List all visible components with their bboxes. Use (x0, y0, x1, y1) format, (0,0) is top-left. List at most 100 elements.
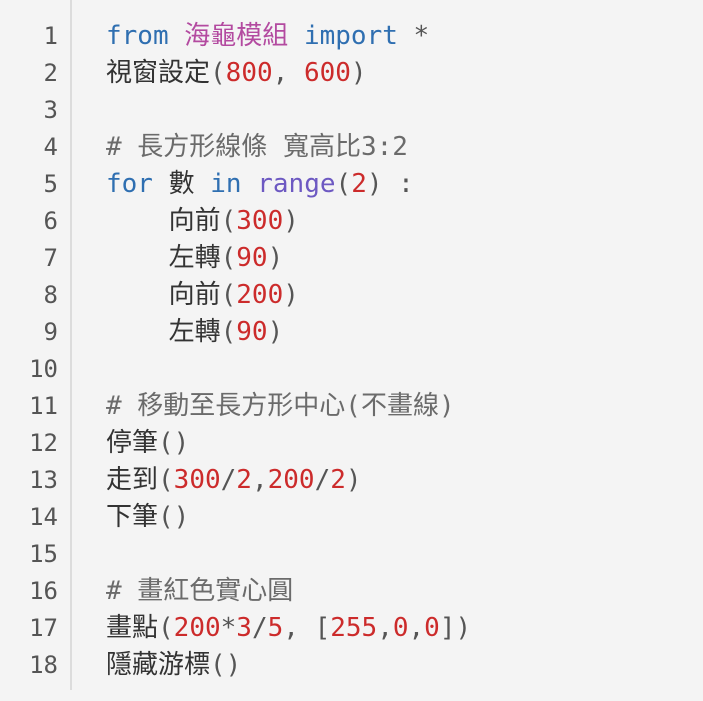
line-number: 6 (43, 207, 58, 235)
line-code: 左轉(90) (106, 314, 284, 351)
code-token: , [ (283, 613, 331, 643)
code-line[interactable]: 4 # 長方形線條 寬高比3:2 (0, 129, 703, 166)
code-token: / (220, 465, 237, 495)
line-number: 5 (43, 170, 58, 198)
line-number: 18 (29, 651, 58, 679)
line-code: 向前(300) (106, 203, 299, 240)
line-code: # 畫紅色實心圓 (106, 573, 293, 610)
code-token: 255 (330, 613, 378, 643)
code-token: # 移動至長方形中心(不畫線) (106, 391, 455, 421)
code-token: 2 (236, 465, 252, 495)
code-token: 左轉 (106, 317, 221, 347)
code-token: 下筆 (106, 502, 159, 532)
code-token: 隱藏游標 (106, 650, 211, 680)
line-code: for 數 in range(2) : (106, 166, 414, 203)
line-code: 畫點(200*3/5, [255,0,0]) (106, 610, 471, 647)
code-token: ) (283, 206, 299, 236)
code-token: 5 (267, 613, 284, 643)
code-token: 0 (424, 613, 440, 643)
line-number: 16 (29, 577, 58, 605)
line-code: # 移動至長方形中心(不畫線) (106, 388, 455, 425)
code-line[interactable]: 3 (0, 92, 703, 129)
line-code: 下筆() (106, 499, 189, 536)
code-token: ) (267, 317, 284, 347)
code-line[interactable]: 5 for 數 in range(2) : (0, 166, 703, 203)
code-line[interactable]: 9 左轉(90) (0, 314, 703, 351)
line-code: 停筆() (106, 425, 189, 462)
line-number: 15 (29, 540, 58, 568)
code-token: ( (210, 58, 226, 88)
code-line[interactable]: 8 向前(200) (0, 277, 703, 314)
line-code: 向前(200) (106, 277, 299, 314)
code-token: range (257, 169, 336, 199)
code-line[interactable]: 15 (0, 536, 703, 573)
code-line[interactable]: 16 # 畫紅色實心圓 (0, 573, 703, 610)
line-number: 10 (29, 355, 58, 383)
code-line[interactable]: 17 畫點(200*3/5, [255,0,0]) (0, 610, 703, 647)
code-token: 向前 (106, 206, 221, 236)
line-number: 2 (43, 59, 58, 87)
code-token: 800 (225, 58, 273, 88)
code-line[interactable]: 18 隱藏游標() (0, 647, 703, 684)
line-number: 11 (29, 392, 58, 420)
code-line[interactable]: 6 向前(300) (0, 203, 703, 240)
code-token: 200 (236, 280, 284, 310)
code-token: () (158, 502, 190, 532)
code-token: 90 (236, 243, 268, 273)
code-token: ) : (366, 169, 414, 199)
line-code: 視窗設定(800, 600) (106, 55, 367, 92)
line-code: 走到(300/2,200/2) (106, 462, 362, 499)
code-token: ) (267, 243, 284, 273)
code-token: () (158, 428, 190, 458)
code-token: # 畫紅色實心圓 (106, 576, 294, 606)
code-token: 視窗設定 (106, 58, 211, 88)
code-token: / (251, 613, 268, 643)
code-token: ( (158, 613, 174, 643)
code-token: , (408, 613, 425, 643)
code-token: ]) (439, 613, 472, 643)
code-token: 2 (330, 465, 346, 495)
code-token: ( (220, 280, 237, 310)
line-code: from 海龜模組 import * (106, 18, 429, 55)
code-line[interactable]: 12 停筆() (0, 425, 703, 462)
code-token: 3 (236, 613, 252, 643)
code-token: ) (283, 280, 299, 310)
code-token: 海龜模組 (184, 21, 289, 51)
code-line[interactable]: 2 視窗設定(800, 600) (0, 55, 703, 92)
code-token: ( (220, 206, 237, 236)
code-token: in (210, 169, 242, 199)
code-token: / (314, 465, 331, 495)
code-line[interactable]: 11 # 移動至長方形中心(不畫線) (0, 388, 703, 425)
code-line[interactable]: 14 下筆() (0, 499, 703, 536)
code-token: , (251, 465, 268, 495)
code-token: for (106, 169, 153, 199)
code-token: , (377, 613, 393, 643)
code-token: 停筆 (106, 428, 159, 458)
code-line[interactable]: 10 (0, 351, 703, 388)
code-token: * (220, 613, 237, 643)
line-number: 9 (43, 318, 58, 346)
code-token: 300 (236, 206, 284, 236)
line-code: # 長方形線條 寬高比3:2 (106, 129, 408, 166)
code-token: 0 (392, 613, 409, 643)
code-token: ( (335, 169, 352, 199)
code-token: 200 (173, 613, 221, 643)
code-token: ( (220, 243, 237, 273)
code-token: () (210, 650, 242, 680)
code-token: ( (158, 465, 174, 495)
code-line[interactable]: 7 左轉(90) (0, 240, 703, 277)
line-code: 左轉(90) (106, 240, 284, 277)
line-number: 3 (43, 96, 58, 124)
code-token: 200 (267, 465, 315, 495)
code-editor[interactable]: 1 from 海龜模組 import * 2 視窗設定(800, 600) 3 4 # 長方… (0, 0, 703, 701)
code-token: 走到 (106, 465, 159, 495)
code-line[interactable]: 13 走到(300/2,200/2) (0, 462, 703, 499)
line-number: 1 (43, 22, 58, 50)
code-token: 畫點 (106, 613, 159, 643)
code-token: # 長方形線條 寬高比3:2 (106, 132, 408, 162)
code-token: 600 (303, 58, 351, 88)
code-token: 向前 (106, 280, 221, 310)
code-line[interactable]: 1 from 海龜模組 import * (0, 18, 703, 55)
line-number: 7 (43, 244, 58, 272)
